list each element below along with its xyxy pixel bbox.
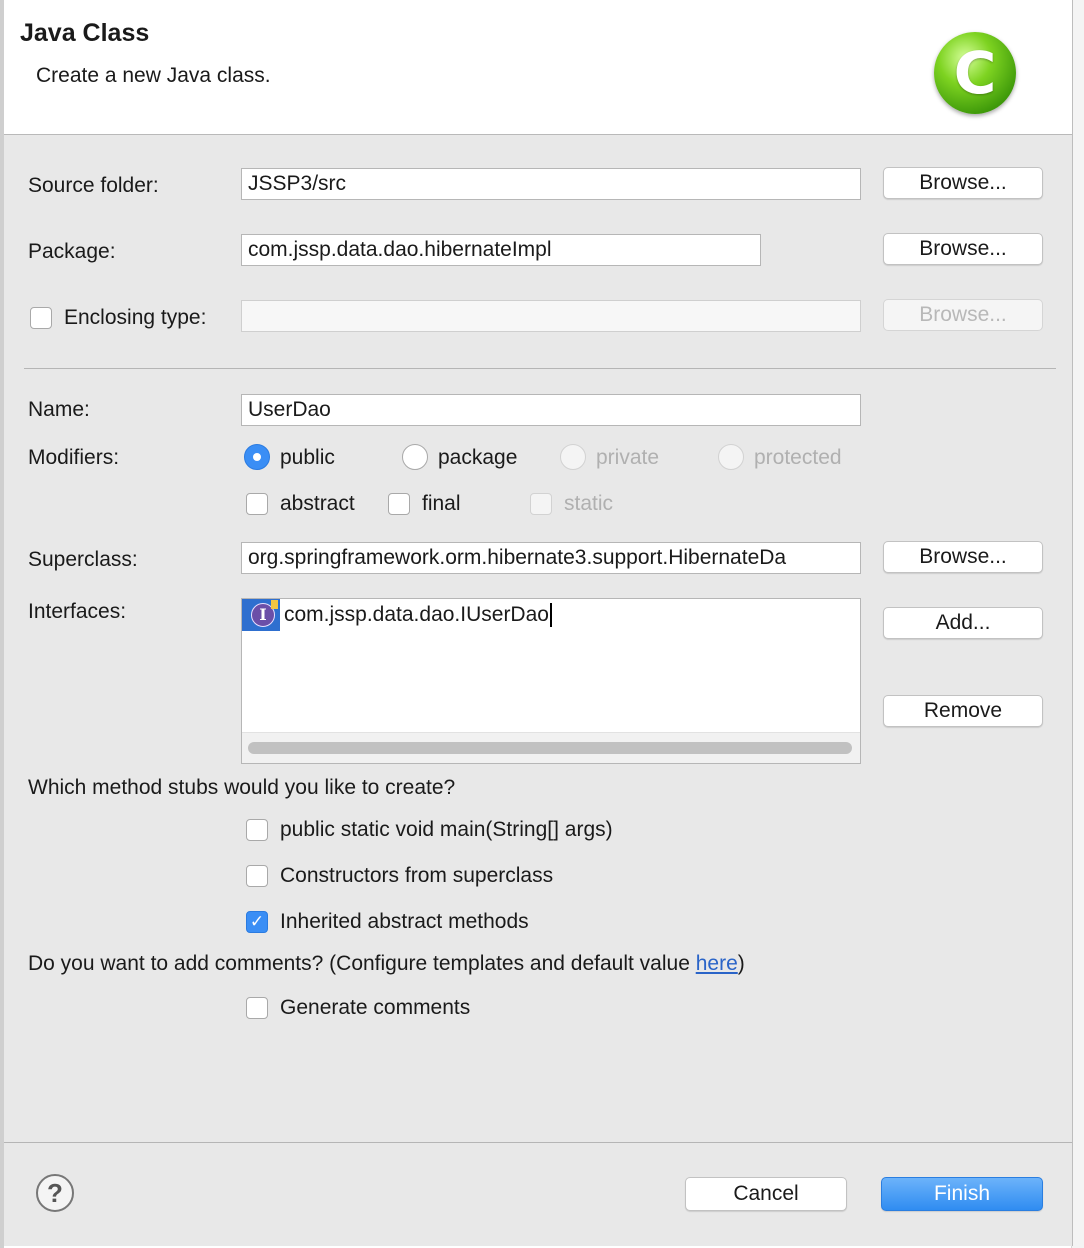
package-field[interactable]: com.jssp.data.dao.hibernateImpl [241, 234, 761, 266]
class-name-field[interactable]: UserDao [241, 394, 861, 426]
configure-templates-link[interactable]: here [696, 952, 738, 975]
modifier-private-radio[interactable] [560, 444, 586, 470]
new-java-class-dialog: Java Class Create a new Java class. C So… [4, 0, 1073, 1246]
enclosing-type-browse-button[interactable]: Browse... [883, 299, 1043, 331]
enclosing-type-label: Enclosing type: [64, 306, 207, 329]
package-label: Package: [28, 240, 116, 263]
comments-question-text: Do you want to add comments? (Configure … [28, 952, 696, 975]
generate-comments-checkbox[interactable] [246, 997, 268, 1019]
scrollbar-thumb[interactable] [248, 742, 852, 754]
static-label: static [564, 492, 614, 515]
enclosing-type-checkbox[interactable] [30, 307, 52, 329]
remove-interface-button[interactable]: Remove [883, 695, 1043, 727]
modifier-package-label: package [438, 446, 518, 469]
enclosing-type-field[interactable] [241, 300, 861, 332]
main-method-label: public static void main(String[] args) [280, 818, 613, 841]
package-browse-button[interactable]: Browse... [883, 233, 1043, 265]
interfaces-horizontal-scrollbar[interactable] [242, 732, 860, 763]
constructors-label: Constructors from superclass [280, 864, 554, 887]
footer-divider [4, 1142, 1072, 1143]
cancel-button[interactable]: Cancel [685, 1177, 847, 1211]
generate-comments-label: Generate comments [280, 996, 471, 1019]
help-icon[interactable]: ? [36, 1174, 74, 1212]
modifier-public-label: public [280, 446, 335, 469]
dialog-header: Java Class Create a new Java class. C [4, 0, 1072, 135]
superclass-label: Superclass: [28, 548, 138, 571]
name-label: Name: [28, 398, 90, 421]
modifier-protected-radio[interactable] [718, 444, 744, 470]
dialog-subtitle: Create a new Java class. [36, 64, 271, 87]
comments-question-suffix: ) [737, 952, 745, 975]
abstract-label: abstract [280, 492, 355, 515]
java-class-wizard-icon: C [934, 32, 1016, 114]
source-folder-label: Source folder: [28, 174, 159, 197]
add-interface-button[interactable]: Add... [883, 607, 1043, 639]
source-folder-field[interactable]: JSSP3/src [241, 168, 861, 200]
modifier-package-radio[interactable] [402, 444, 428, 470]
interfaces-list[interactable]: I com.jssp.data.dao.IUserDao [241, 598, 861, 764]
superclass-field[interactable]: org.springframework.orm.hibernate3.suppo… [241, 542, 861, 574]
superclass-browse-button[interactable]: Browse... [883, 541, 1043, 573]
comments-question: Do you want to add comments? (Configure … [28, 952, 745, 976]
interface-list-item[interactable]: com.jssp.data.dao.IUserDao [284, 599, 552, 631]
modifier-protected-label: protected [754, 446, 842, 469]
modifiers-label: Modifiers: [28, 446, 120, 469]
modifier-private-label: private [596, 446, 660, 469]
interface-icon: I [242, 599, 280, 631]
main-method-checkbox[interactable] [246, 819, 268, 841]
modifier-public-radio[interactable] [244, 444, 270, 470]
source-folder-browse-button[interactable]: Browse... [883, 167, 1043, 199]
inherited-abstract-methods-checkbox[interactable]: ✓ [246, 911, 268, 933]
interface-item-label: com.jssp.data.dao.IUserDao [284, 603, 549, 626]
final-label: final [422, 492, 461, 515]
section-divider [24, 368, 1056, 369]
abstract-checkbox[interactable] [246, 493, 268, 515]
inherited-abstract-methods-label: Inherited abstract methods [280, 910, 529, 933]
finish-button[interactable]: Finish [881, 1177, 1043, 1211]
static-checkbox[interactable] [530, 493, 552, 515]
constructors-checkbox[interactable] [246, 865, 268, 887]
final-checkbox[interactable] [388, 493, 410, 515]
method-stubs-question: Which method stubs would you like to cre… [28, 776, 456, 799]
dialog-title: Java Class [20, 19, 150, 47]
interfaces-label: Interfaces: [28, 600, 127, 623]
